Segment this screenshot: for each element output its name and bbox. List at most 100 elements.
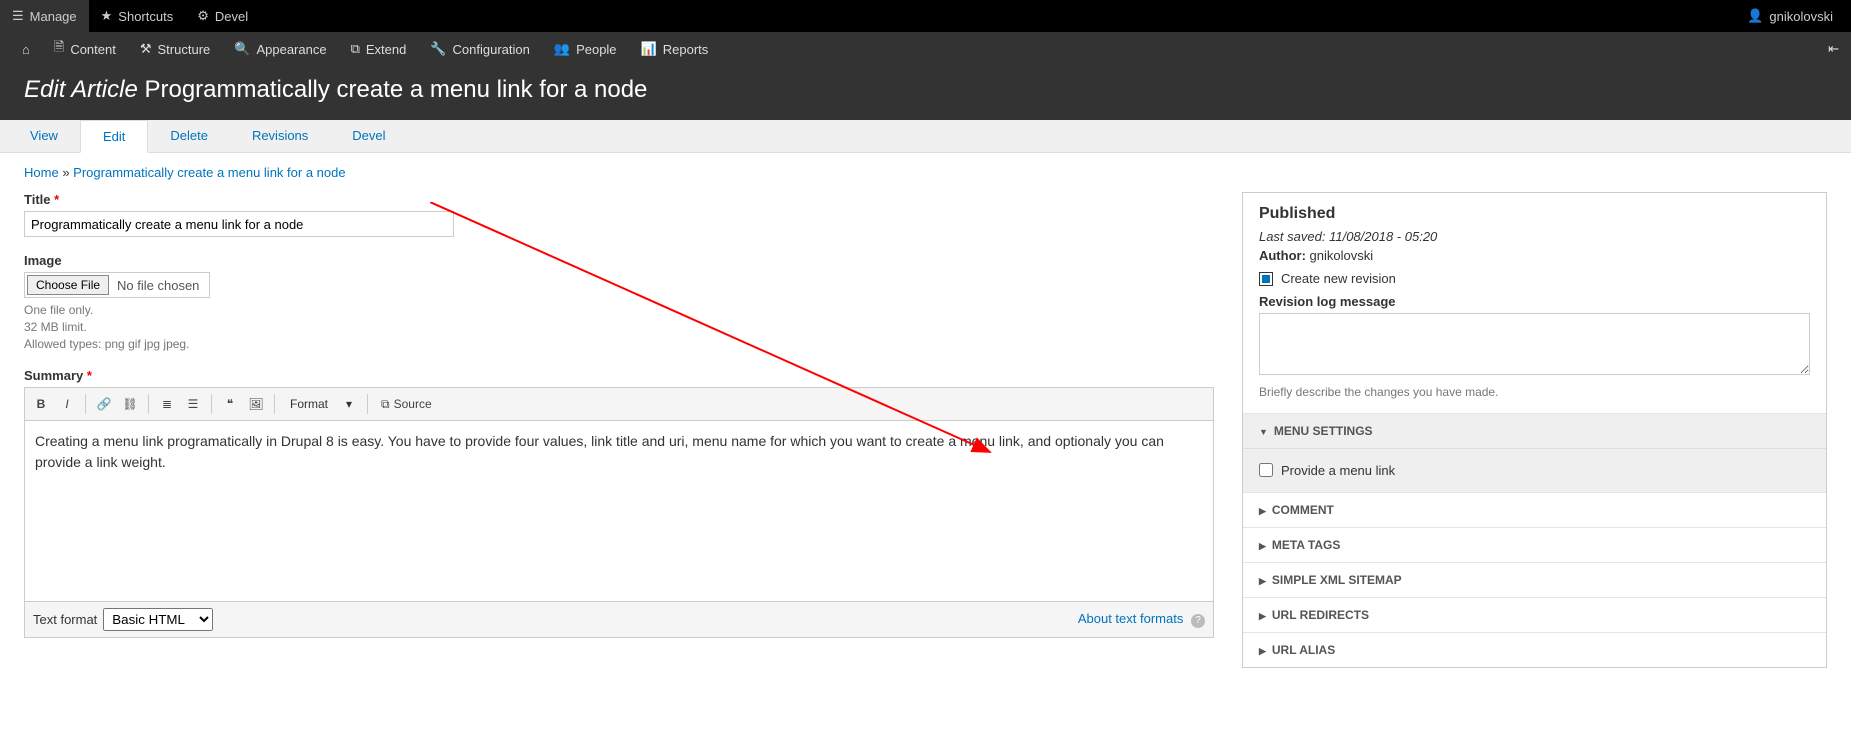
title-input[interactable] bbox=[24, 211, 454, 237]
collapse-toolbar[interactable]: ⇤ bbox=[1828, 41, 1851, 57]
link-button[interactable]: 🔗 bbox=[92, 392, 116, 416]
author-value: gnikolovski bbox=[1310, 248, 1374, 263]
manage-label: Manage bbox=[30, 9, 77, 24]
link-icon: 🔗 bbox=[97, 397, 112, 411]
extend-icon: ⧉ bbox=[351, 41, 360, 57]
tab-delete[interactable]: Delete bbox=[148, 120, 230, 152]
choose-file-button[interactable]: Choose File bbox=[27, 275, 109, 295]
breadcrumb-home[interactable]: Home bbox=[24, 165, 59, 180]
file-desc-1: One file only. bbox=[24, 302, 1214, 319]
url-redirects-summary[interactable]: URL REDIRECTS bbox=[1243, 598, 1826, 632]
sidebar-box: Published Last saved: 11/08/2018 - 05:20… bbox=[1242, 192, 1827, 668]
image-button[interactable]: 🖼 bbox=[244, 392, 268, 416]
text-format-row: Text format Basic HTML About text format… bbox=[24, 602, 1214, 638]
shortcuts-label: Shortcuts bbox=[118, 9, 173, 24]
provide-menu-link-checkbox[interactable] bbox=[1259, 463, 1273, 477]
bullet-list-icon: ≣ bbox=[162, 397, 172, 411]
chevron-down-icon bbox=[1259, 424, 1268, 438]
appearance-link[interactable]: 🔍 Appearance bbox=[222, 32, 338, 66]
published-status: Published bbox=[1259, 205, 1810, 223]
bold-button[interactable]: B bbox=[29, 392, 53, 416]
url-redirects-label: URL REDIRECTS bbox=[1272, 608, 1369, 622]
reports-link[interactable]: 📊 Reports bbox=[629, 32, 721, 66]
reports-icon: 📊 bbox=[641, 41, 657, 57]
bullet-list-button[interactable]: ≣ bbox=[155, 392, 179, 416]
help-icon: ? bbox=[1191, 614, 1205, 628]
required-marker: * bbox=[87, 368, 92, 383]
home-icon: ⌂ bbox=[22, 42, 30, 57]
structure-link[interactable]: ⚒ Structure bbox=[128, 32, 222, 66]
format-dropdown[interactable]: Format ▾ bbox=[281, 394, 361, 414]
shortcuts-menu[interactable]: ★ Shortcuts bbox=[89, 0, 186, 32]
provide-menu-link-row: Provide a menu link bbox=[1259, 463, 1810, 478]
home-link[interactable]: ⌂ bbox=[10, 32, 42, 66]
text-format-label: Text format bbox=[33, 612, 97, 627]
menu-settings-summary[interactable]: MENU SETTINGS bbox=[1243, 414, 1826, 448]
create-revision-label: Create new revision bbox=[1281, 271, 1396, 286]
author: Author: gnikolovski bbox=[1259, 248, 1810, 263]
title-field-wrapper: Title * bbox=[24, 192, 1214, 237]
author-label: Author: bbox=[1259, 248, 1306, 263]
comment-summary[interactable]: COMMENT bbox=[1243, 493, 1826, 527]
revision-log-textarea[interactable] bbox=[1259, 313, 1810, 375]
about-text-formats-link[interactable]: About text formats ? bbox=[1078, 611, 1205, 628]
gear-icon: ⚙ bbox=[197, 8, 209, 24]
image-field-wrapper: Image Choose File No file chosen One fil… bbox=[24, 253, 1214, 352]
xml-sitemap-label: SIMPLE XML SITEMAP bbox=[1272, 573, 1402, 587]
summary-field-wrapper: Summary * B I 🔗 ⛓ ≣ ☰ ❝ 🖼 bbox=[24, 368, 1214, 638]
configuration-link[interactable]: 🔧 Configuration bbox=[418, 32, 542, 66]
breadcrumb: Home » Programmatically create a menu li… bbox=[0, 153, 1851, 192]
unlink-button[interactable]: ⛓ bbox=[118, 392, 142, 416]
tab-edit[interactable]: Edit bbox=[80, 120, 148, 153]
people-label: People bbox=[576, 42, 616, 57]
meta-tags-details: META TAGS bbox=[1243, 528, 1826, 563]
devel-menu[interactable]: ⚙ Devel bbox=[185, 0, 260, 32]
menu-settings-label: MENU SETTINGS bbox=[1274, 424, 1373, 438]
chevron-right-icon bbox=[1259, 573, 1266, 587]
image-label: Image bbox=[24, 253, 1214, 268]
create-revision-checkbox[interactable] bbox=[1259, 272, 1273, 286]
tab-revisions[interactable]: Revisions bbox=[230, 120, 330, 152]
admin-toolbar-secondary: ⌂ 🗎 Content ⚒ Structure 🔍 Appearance ⧉ E… bbox=[0, 32, 1851, 66]
unlink-icon: ⛓ bbox=[122, 397, 137, 411]
url-alias-summary[interactable]: URL ALIAS bbox=[1243, 633, 1826, 667]
xml-sitemap-summary[interactable]: SIMPLE XML SITEMAP bbox=[1243, 563, 1826, 597]
ckeditor: B I 🔗 ⛓ ≣ ☰ ❝ 🖼 Format ▾ bbox=[24, 387, 1214, 602]
tab-devel[interactable]: Devel bbox=[330, 120, 407, 152]
reports-label: Reports bbox=[663, 42, 709, 57]
number-list-button[interactable]: ☰ bbox=[181, 392, 205, 416]
create-revision-row: Create new revision bbox=[1259, 271, 1810, 286]
file-input-wrap: Choose File No file chosen bbox=[24, 272, 210, 298]
main-content: Title * Image Choose File No file chosen… bbox=[0, 192, 1851, 692]
meta-tags-summary[interactable]: META TAGS bbox=[1243, 528, 1826, 562]
toolbar-separator bbox=[367, 394, 368, 414]
people-icon: 👥 bbox=[554, 41, 570, 57]
last-saved-value: 11/08/2018 - 05:20 bbox=[1329, 229, 1437, 244]
toolbar-separator bbox=[148, 394, 149, 414]
toolbar-separator bbox=[85, 394, 86, 414]
text-format-select[interactable]: Basic HTML bbox=[103, 608, 213, 631]
manage-menu[interactable]: ☰ Manage bbox=[0, 0, 89, 32]
file-description: One file only. 32 MB limit. Allowed type… bbox=[24, 302, 1214, 352]
structure-label: Structure bbox=[158, 42, 211, 57]
extend-link[interactable]: ⧉ Extend bbox=[339, 32, 419, 66]
content-link[interactable]: 🗎 Content bbox=[42, 32, 128, 66]
comment-details: COMMENT bbox=[1243, 493, 1826, 528]
people-link[interactable]: 👥 People bbox=[542, 32, 629, 66]
page-title-prefix: Edit Article bbox=[24, 76, 138, 103]
title-label-text: Title bbox=[24, 192, 51, 207]
tab-view[interactable]: View bbox=[8, 120, 80, 152]
italic-button[interactable]: I bbox=[55, 392, 79, 416]
last-saved: Last saved: 11/08/2018 - 05:20 bbox=[1259, 229, 1810, 244]
primary-tabs: View Edit Delete Revisions Devel bbox=[0, 120, 1851, 153]
user-menu[interactable]: 👤 gnikolovski bbox=[1747, 8, 1851, 24]
chevron-right-icon bbox=[1259, 608, 1266, 622]
summary-textarea[interactable]: Creating a menu link programatically in … bbox=[25, 421, 1213, 601]
breadcrumb-current[interactable]: Programmatically create a menu link for … bbox=[73, 165, 345, 180]
collapse-icon: ⇤ bbox=[1828, 41, 1839, 57]
url-alias-label: URL ALIAS bbox=[1272, 643, 1335, 657]
content-icon: 🗎 bbox=[54, 38, 64, 60]
source-button[interactable]: ⧉ Source bbox=[374, 392, 439, 416]
source-icon: ⧉ bbox=[381, 397, 390, 412]
blockquote-button[interactable]: ❝ bbox=[218, 392, 242, 416]
